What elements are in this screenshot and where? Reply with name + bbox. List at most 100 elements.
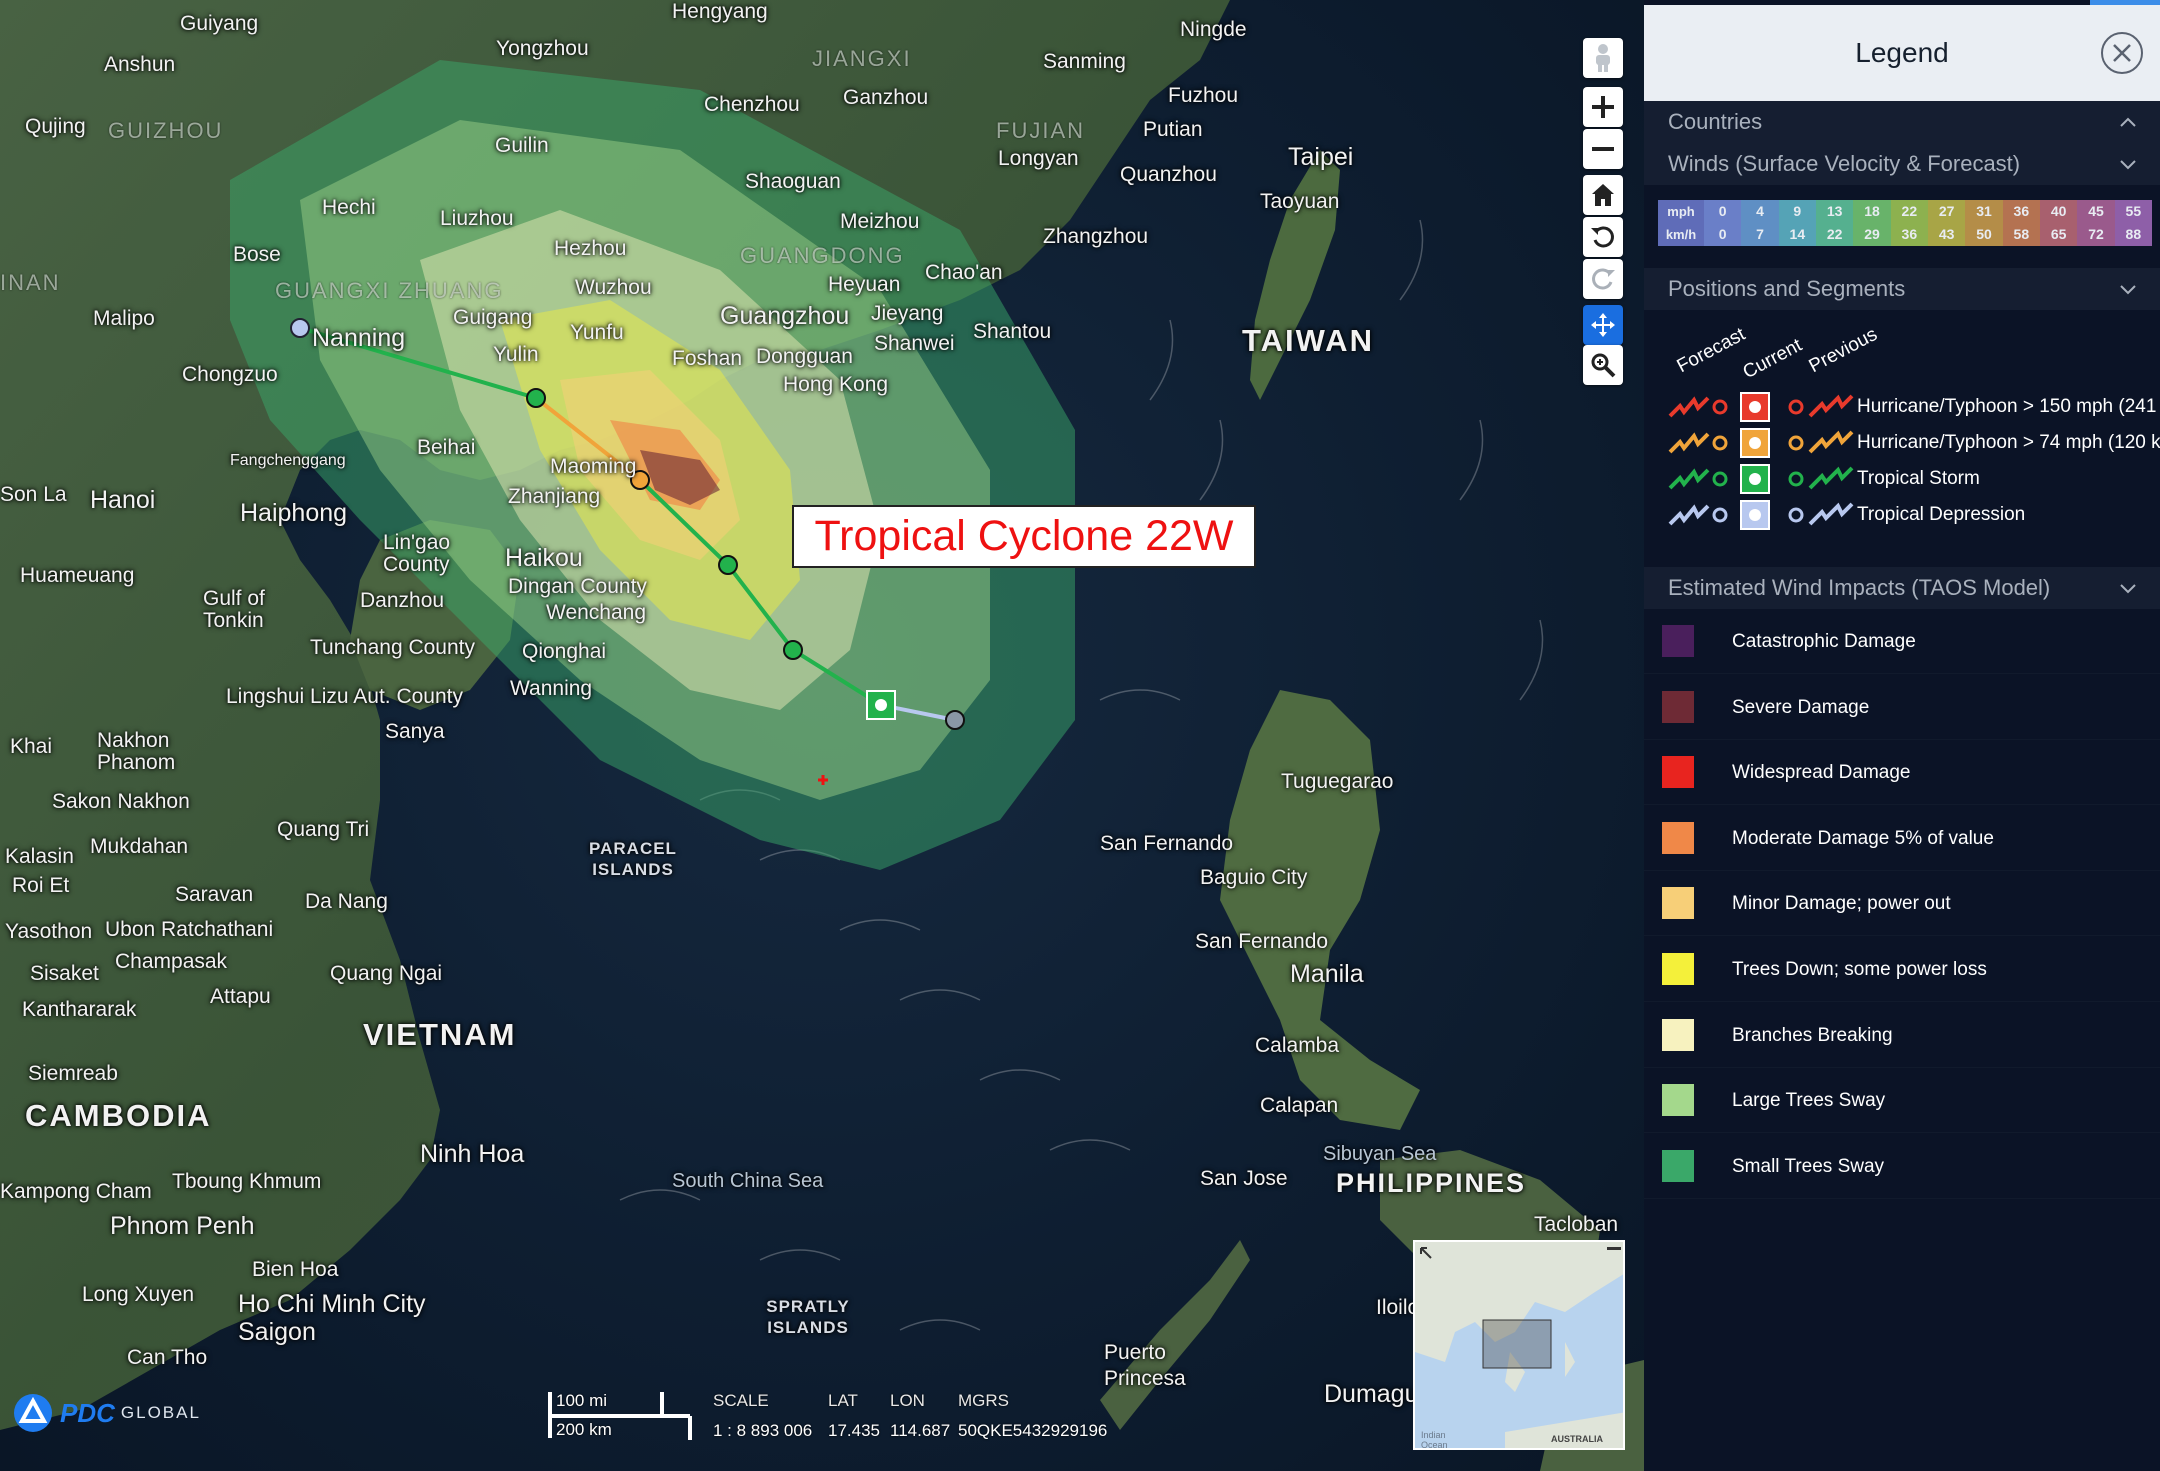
map-basemap	[0, 0, 1644, 1471]
forecast-segment-icon	[1668, 468, 1728, 490]
close-legend-button[interactable]	[2101, 32, 2143, 74]
city-label: Tacloban	[1534, 1213, 1619, 1236]
mgrs-label: MGRS	[958, 1391, 1009, 1410]
wind-mph-value: 36	[2002, 200, 2040, 223]
impact-row: Catastrophic Damage	[1644, 609, 2160, 674]
city-label: Anshun	[104, 53, 176, 76]
city-label: Shaoguan	[745, 170, 841, 193]
city-label: Saigon	[238, 1318, 316, 1346]
zoom-in-icon	[1592, 96, 1614, 118]
zoom-in-button[interactable]	[1583, 87, 1623, 127]
city-label: Sakon Nakhon	[52, 790, 190, 813]
city-label: San Jose	[1200, 1167, 1288, 1190]
chevron-down-icon	[2120, 285, 2136, 295]
previous-segment-icon	[1788, 430, 1854, 454]
positions-row: Hurricane/Typhoon > 150 mph (241 km/h)	[1644, 390, 2160, 424]
forecast-segment-icon	[1668, 396, 1728, 418]
positions-header-previous: Previous	[1805, 323, 1881, 378]
city-label: Hanoi	[90, 486, 156, 514]
map-canvas[interactable]: GUIZHOU JIANGXI FUJIAN GUANGDONG GUANGXI…	[0, 0, 1644, 1471]
minimap-graphic	[1415, 1242, 1623, 1448]
overview-minimap[interactable]: Indian Ocean AUSTRALIA	[1413, 1240, 1625, 1450]
impact-swatch	[1662, 1084, 1694, 1117]
city-label: Fangchenggang	[230, 452, 346, 469]
home-button[interactable]	[1583, 175, 1623, 215]
city-label: Manila	[1290, 960, 1364, 988]
rotate-right-button[interactable]	[1583, 259, 1623, 299]
city-label: Longyan	[998, 147, 1079, 170]
zoom-box-button[interactable]	[1583, 345, 1623, 385]
land-taiwan	[1250, 150, 1340, 400]
logo-suffix: GLOBAL	[120, 1403, 201, 1422]
city-label: Khai	[10, 735, 53, 758]
city-label: Haikou	[505, 544, 583, 572]
impact-row: Moderate Damage 5% of value	[1644, 805, 2160, 871]
wind-kmh-value: 43	[1928, 223, 1966, 246]
street-view-button[interactable]	[1583, 38, 1623, 78]
section-positions[interactable]: Positions and Segments	[1644, 268, 2160, 310]
impact-label: Catastrophic Damage	[1732, 631, 1916, 652]
minimap-ocean-label: Indian Ocean	[1421, 1430, 1448, 1450]
city-label: Attapu	[210, 985, 271, 1008]
city-label: Tuguegarao	[1281, 770, 1394, 793]
city-label: Quang Ngai	[330, 962, 443, 985]
wind-kmh-value: 22	[1816, 223, 1854, 246]
section-label: Countries	[1668, 109, 1763, 134]
city-label: Nakhon Phanom	[97, 729, 176, 774]
city-label: Dongguan	[756, 345, 853, 368]
city-label: Mukdahan	[90, 835, 189, 858]
country-label-vietnam: VIETNAM	[363, 1017, 517, 1052]
city-label: Shanwei	[874, 332, 955, 355]
wind-mph-value: 22	[1890, 200, 1928, 223]
city-label: Guilin	[495, 134, 549, 157]
city-label: Gulf of Tonkin	[203, 587, 265, 632]
wind-mph-value: 18	[1853, 200, 1891, 223]
section-winds[interactable]: Winds (Surface Velocity & Forecast)	[1644, 143, 2160, 185]
province-label: GUANGDONG	[740, 243, 905, 268]
wind-mph-value: 13	[1816, 200, 1854, 223]
city-label: Can Tho	[127, 1346, 208, 1369]
storm-name-label[interactable]: Tropical Cyclone 22W	[792, 505, 1256, 568]
impact-row: Small Trees Sway	[1644, 1133, 2160, 1199]
scale-value: 1 : 8 893 006	[713, 1421, 813, 1440]
city-label: Guiyang	[180, 12, 259, 35]
legend-panel: Legend Countries Winds (Surface Velocity…	[1644, 0, 2160, 1471]
pdc-logo-icon	[14, 1394, 52, 1432]
wind-mph-value: 55	[2114, 200, 2152, 223]
pan-button[interactable]	[1583, 305, 1623, 345]
city-label: Bose	[233, 243, 281, 266]
sea-label: South China Sea	[672, 1170, 824, 1192]
province-label: FUJIAN	[996, 118, 1085, 143]
positions-row: Hurricane/Typhoon > 74 mph (120 km/h)	[1644, 426, 2160, 460]
country-label-philippines: PHILIPPINES	[1336, 1168, 1527, 1198]
city-label: Phnom Penh	[110, 1212, 255, 1240]
city-label: San Fernando	[1100, 832, 1234, 855]
city-label: Ninh Hoa	[420, 1140, 525, 1168]
city-label: Tunchang County	[310, 636, 475, 659]
wind-kmh-value: 29	[1853, 223, 1891, 246]
province-label: GUIZHOU	[108, 118, 224, 143]
city-label: Puerto Princesa	[1104, 1341, 1186, 1390]
city-label: Taoyuan	[1260, 190, 1340, 213]
city-label: Ho Chi Minh City	[238, 1290, 426, 1318]
city-label: Hechi	[322, 196, 376, 219]
zoom-out-icon	[1592, 147, 1614, 151]
city-label: Danzhou	[360, 589, 445, 612]
positions-row-label: Hurricane/Typhoon > 150 mph (241 km/h)	[1857, 396, 2160, 417]
city-label: Kalasin	[5, 845, 74, 868]
section-countries[interactable]: Countries	[1644, 101, 2160, 143]
land-palawan	[1100, 1240, 1250, 1430]
section-impacts[interactable]: Estimated Wind Impacts (TAOS Model)	[1644, 567, 2160, 609]
city-label: Putian	[1143, 118, 1203, 141]
impact-swatch	[1662, 1018, 1694, 1051]
positions-row-label: Tropical Depression	[1857, 504, 2026, 525]
city-label: Beihai	[417, 436, 476, 459]
app: GUIZHOU JIANGXI FUJIAN GUANGDONG GUANGXI…	[0, 0, 2160, 1471]
land-luzon	[1220, 690, 1420, 1130]
city-label: Fuzhou	[1168, 84, 1239, 107]
current-position-icon	[1740, 464, 1770, 494]
impact-swatch	[1662, 821, 1694, 854]
rotate-left-button[interactable]	[1583, 217, 1623, 257]
zoom-out-button[interactable]	[1583, 129, 1623, 169]
city-label: Haiphong	[240, 499, 348, 527]
